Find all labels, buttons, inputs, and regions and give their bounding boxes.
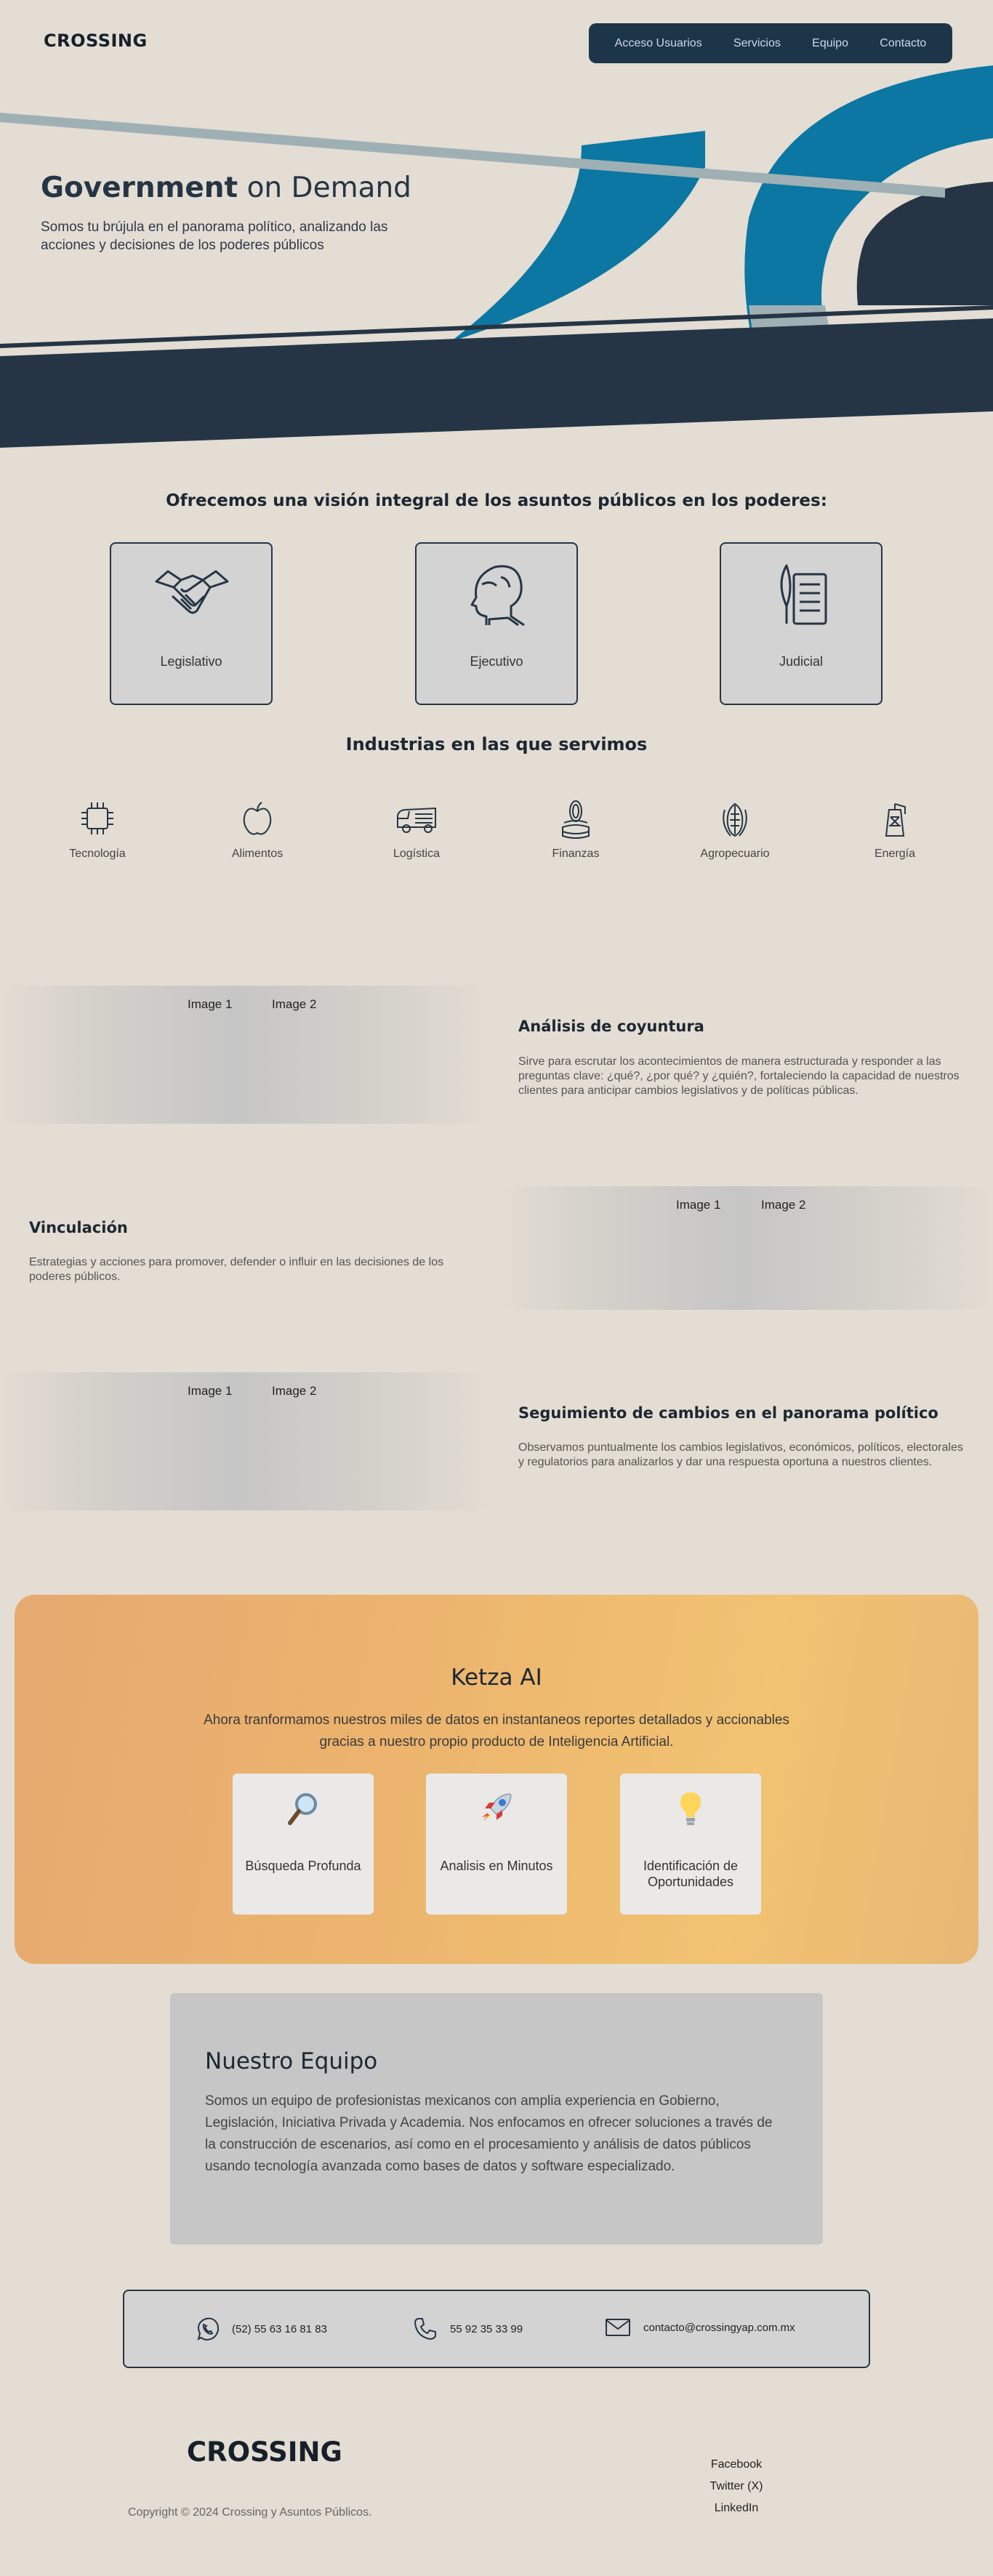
chip-icon [81, 802, 113, 834]
handshake-icon [155, 570, 229, 614]
industry-logistica: Logística [366, 798, 467, 861]
footer-link-linkedin[interactable]: LinkedIn [676, 2497, 797, 2519]
nav-equipo[interactable]: Equipo [812, 37, 848, 50]
card-ejecutivo[interactable]: Ejecutivo [415, 542, 578, 705]
contact-email-address: contacto@crossingyap.com.mx [643, 2321, 795, 2334]
powers-title: Ofrecemos una visión integral de los asu… [166, 491, 827, 510]
image-tag: Image 1 [188, 1384, 233, 1398]
power-label: Judicial [779, 654, 824, 669]
ketza-card-busqueda[interactable]: Búsqueda Profunda [233, 1774, 374, 1915]
page: CROSSING Acceso Usuarios Servicios Equip… [0, 0, 993, 2576]
footer-link-facebook[interactable]: Facebook [676, 2454, 797, 2476]
ketza-card-label: Analisis en Minutos [440, 1859, 553, 1873]
image-tag: Image 2 [272, 997, 317, 1011]
feature-title: Análisis de coyuntura [518, 1018, 704, 1035]
contact-phone[interactable]: 55 92 35 33 99 [412, 2316, 523, 2342]
feature-text: Sirve para escrutar los acontecimientos … [518, 1055, 960, 1097]
team-section: Nuestro Equipo Somos un equipo de profes… [170, 1993, 823, 2245]
header-logo[interactable]: CROSSING [44, 31, 148, 51]
nav-contacto[interactable]: Contacto [880, 37, 926, 50]
feature-text: Observamos puntualmente los cambios legi… [518, 1441, 963, 1468]
hero-title: Government on Demand [41, 172, 411, 204]
team-title: Nuestro Equipo [205, 2048, 378, 2074]
card-legislativo[interactable]: Legislativo [110, 542, 273, 705]
team-text: Somos un equipo de profesionistas mexica… [205, 2093, 773, 2174]
industry-label: Logística [393, 848, 441, 860]
feature-image-2: Image 1 Image 2 [502, 1186, 993, 1310]
oil-rig-icon [885, 803, 906, 837]
industry-alimentos: Alimentos [206, 798, 308, 861]
industry-label: Energía [874, 848, 916, 860]
image-tag: Image 2 [761, 1198, 806, 1212]
industry-label: Tecnología [69, 848, 126, 860]
ketza-ai-section: Ketza AI Ahora tranformamos nuestros mil… [15, 1595, 978, 1964]
power-label: Legislativo [160, 654, 222, 669]
contact-email[interactable]: contacto@crossingyap.com.mx [604, 2316, 795, 2339]
ketza-title: Ketza AI [451, 1665, 542, 1691]
contact-bar: (52) 55 63 16 81 83 55 92 35 33 99 conta… [123, 2290, 870, 2368]
card-judicial[interactable]: Judicial [720, 542, 883, 705]
ketza-subtitle: Ahora tranformamos nuestros miles de dat… [204, 1712, 789, 1750]
footer-logo[interactable]: CROSSING [187, 2436, 342, 2468]
hero-subtitle: Somos tu brújula en el panorama político… [41, 220, 388, 253]
corn-icon [723, 802, 747, 837]
feature-title: Vinculación [29, 1219, 128, 1236]
image-tag: Image 2 [272, 1384, 317, 1398]
whatsapp-icon [197, 2317, 220, 2341]
power-label: Ejecutivo [470, 654, 523, 669]
document-quill-icon [780, 564, 827, 625]
industry-label: Alimentos [231, 848, 284, 860]
industry-finanzas: Finanzas [525, 798, 627, 861]
head-profile-icon [470, 565, 525, 627]
nav-acceso-usuarios[interactable]: Acceso Usuarios [615, 37, 702, 50]
industry-agropecuario: Agropecuario [684, 798, 786, 861]
coin-stack-icon [562, 800, 590, 839]
contact-phone-number: 55 92 35 33 99 [450, 2322, 523, 2335]
footer-social-links: Facebook Twitter (X) LinkedIn [676, 2454, 797, 2519]
magnifying-glass-icon [233, 1787, 374, 1834]
industries-title: Industrias en las que servimos [345, 734, 648, 754]
ketza-card-label: Búsqueda Profunda [245, 1859, 361, 1873]
image-tag: Image 1 [188, 997, 233, 1011]
main-nav: Acceso Usuarios Servicios Equipo Contact… [589, 23, 952, 63]
hero-graphic [0, 65, 993, 448]
envelope-icon [606, 2319, 630, 2336]
industry-energia: Energía [844, 798, 946, 861]
feature-image-3: Image 1 Image 2 [0, 1372, 491, 1510]
feature-image-1: Image 1 Image 2 [0, 986, 491, 1124]
ketza-card-oportunidades[interactable]: Identificación de Oportunidades [620, 1774, 761, 1915]
industry-tecnologia: Tecnología [47, 798, 148, 861]
ketza-card-analisis[interactable]: Analisis en Minutos [426, 1774, 567, 1915]
feature-text: Estrategias y acciones para promover, de… [29, 1256, 444, 1283]
industry-label: Agropecuario [700, 848, 770, 860]
footer-link-twitter[interactable]: Twitter (X) [676, 2476, 797, 2497]
footer-copyright: Copyright © 2024 Crossing y Asuntos Públ… [128, 2506, 372, 2519]
contact-whatsapp[interactable]: (52) 55 63 16 81 83 [194, 2316, 327, 2342]
image-tag: Image 1 [676, 1198, 721, 1212]
contact-whatsapp-number: (52) 55 63 16 81 83 [232, 2322, 327, 2335]
lightbulb-icon [620, 1787, 761, 1834]
rocket-icon [426, 1787, 567, 1834]
delivery-truck-icon [397, 807, 436, 833]
phone-icon [414, 2318, 436, 2340]
industry-label: Finanzas [552, 848, 600, 860]
feature-title: Seguimiento de cambios en el panorama po… [518, 1404, 938, 1422]
apple-icon [243, 802, 272, 835]
ketza-card-label: Identificación de Oportunidades [643, 1859, 739, 1889]
nav-servicios[interactable]: Servicios [733, 37, 781, 50]
